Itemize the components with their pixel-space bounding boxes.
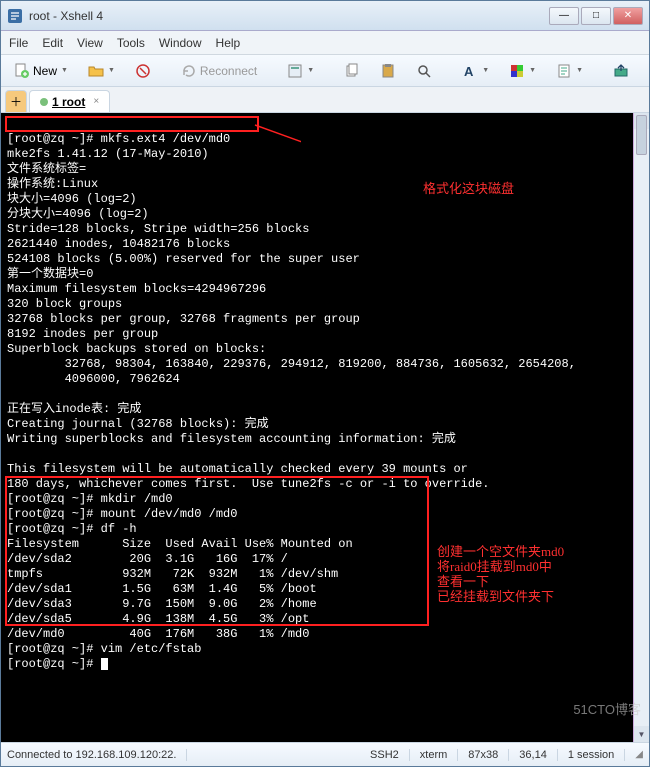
paste-button[interactable] <box>373 60 403 82</box>
svg-text:A: A <box>464 64 474 79</box>
minimize-button[interactable]: — <box>549 7 579 25</box>
script-icon <box>556 63 572 79</box>
scroll-down-icon[interactable]: ▼ <box>634 726 649 742</box>
resize-grip-icon[interactable]: ◢ <box>635 749 643 760</box>
menu-edit[interactable]: Edit <box>42 36 63 50</box>
reconnect-icon <box>181 63 197 79</box>
status-pos: 36,14 <box>519 749 558 761</box>
reconnect-label: Reconnect <box>200 64 257 78</box>
maximize-button[interactable]: □ <box>581 7 611 25</box>
copy-icon <box>344 63 360 79</box>
color-icon <box>509 63 525 79</box>
statusbar: Connected to 192.168.109.120:22. SSH2 xt… <box>1 742 649 766</box>
find-button[interactable] <box>409 60 439 82</box>
font-button[interactable]: A▼ <box>455 60 496 82</box>
new-icon <box>14 63 30 79</box>
paste-icon <box>380 63 396 79</box>
menu-view[interactable]: View <box>77 36 103 50</box>
tab-close-icon[interactable]: × <box>93 96 99 107</box>
session-tab[interactable]: 1 root × <box>29 90 110 112</box>
scroll-thumb[interactable] <box>636 115 647 155</box>
status-term: xterm <box>420 749 459 761</box>
menu-window[interactable]: Window <box>159 36 202 50</box>
status-dot-icon <box>40 98 48 106</box>
new-tab-button[interactable]: ＋ <box>5 90 27 112</box>
toolbar: New▼ ▼ Reconnect ▼ A▼ ▼ ▼ ?▼ <box>1 55 649 87</box>
script-button[interactable]: ▼ <box>549 60 590 82</box>
folder-icon <box>88 63 104 79</box>
titlebar: root - Xshell 4 — □ ✕ <box>1 1 649 31</box>
window-buttons: — □ ✕ <box>549 7 643 25</box>
font-icon: A <box>462 63 478 79</box>
reconnect-button[interactable]: Reconnect <box>174 60 264 82</box>
terminal-area: [root@zq ~]# mkfs.ext4 /dev/md0 mke2fs 1… <box>1 113 649 742</box>
status-connection: Connected to 192.168.109.120:22. <box>7 749 187 761</box>
app-window: root - Xshell 4 — □ ✕ File Edit View Too… <box>0 0 650 767</box>
transfer-icon <box>613 63 629 79</box>
menu-help[interactable]: Help <box>216 36 241 50</box>
properties-button[interactable]: ▼ <box>280 60 321 82</box>
color-button[interactable]: ▼ <box>502 60 543 82</box>
status-protocol: SSH2 <box>370 749 410 761</box>
menubar: File Edit View Tools Window Help <box>1 31 649 55</box>
app-icon <box>7 8 23 24</box>
disconnect-icon <box>135 63 151 79</box>
new-button[interactable]: New▼ <box>7 60 75 82</box>
status-sessions: 1 session <box>568 749 625 761</box>
close-button[interactable]: ✕ <box>613 7 643 25</box>
tunnel-button[interactable] <box>642 60 650 82</box>
open-button[interactable]: ▼ <box>81 60 122 82</box>
copy-button[interactable] <box>337 60 367 82</box>
properties-icon <box>287 63 303 79</box>
scrollbar[interactable]: ▲ ▼ <box>633 113 649 742</box>
menu-tools[interactable]: Tools <box>117 36 145 50</box>
status-size: 87x38 <box>468 749 509 761</box>
find-icon <box>416 63 432 79</box>
transfer-button[interactable] <box>606 60 636 82</box>
window-title: root - Xshell 4 <box>29 9 549 23</box>
tab-label: 1 root <box>52 95 85 109</box>
menu-file[interactable]: File <box>9 36 28 50</box>
terminal[interactable]: [root@zq ~]# mkfs.ext4 /dev/md0 mke2fs 1… <box>1 113 649 742</box>
new-label: New <box>33 64 57 78</box>
disconnect-button[interactable] <box>128 60 158 82</box>
tabbar: ＋ 1 root × <box>1 87 649 113</box>
watermark: 51CTO博客 <box>573 699 641 718</box>
